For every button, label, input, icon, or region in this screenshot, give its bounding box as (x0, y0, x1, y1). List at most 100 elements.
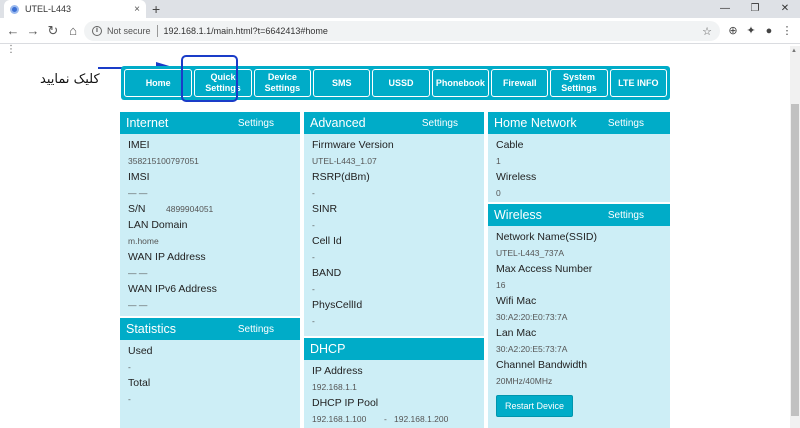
close-icon[interactable]: × (134, 4, 140, 15)
dhcp-pool-start: 192.168.1.100 (312, 414, 367, 424)
advanced-settings-link[interactable]: Settings (422, 118, 478, 129)
cellid-value: - (312, 252, 315, 262)
nav-device-settings[interactable]: Device Settings (253, 69, 312, 97)
advanced-header: Advanced Settings (304, 112, 484, 134)
url-text[interactable]: 192.168.1.1/main.html?t=6642413#home (164, 26, 703, 36)
internet-panel: Internet Settings IMEI 358215100797051 I… (120, 112, 300, 316)
page-scrollbar[interactable]: ▲ (790, 46, 800, 428)
cellid-label: Cell Id (312, 235, 342, 247)
page-viewport: کلیک نمایید Home Quick Settings Device Set… (0, 46, 790, 428)
statistics-header: Statistics Settings (120, 318, 300, 340)
new-tab-button[interactable]: + (152, 0, 160, 18)
physcellid-label: PhysCellId (312, 299, 363, 311)
lan-mac-value: 30:A2:20:E5:73:7A (496, 344, 568, 354)
lan-domain-label: LAN Domain (128, 219, 188, 231)
home-network-panel: Home Network Settings Cable 1 Wireless 0 (488, 112, 670, 202)
bandwidth-value: 20MHz/40MHz (496, 376, 553, 386)
nav-system-settings[interactable]: System Settings (550, 69, 608, 97)
info-icon[interactable]: i (92, 26, 102, 36)
statistics-title: Statistics (126, 322, 177, 336)
minimize-button[interactable]: — (710, 0, 740, 18)
sn-label: S/N (128, 203, 146, 215)
wireless-panel: Wireless Settings Network Name(SSID) UTE… (488, 204, 670, 428)
bandwidth-label: Channel Bandwidth (496, 359, 588, 371)
globe-icon (10, 4, 19, 14)
dhcp-ip-value: 192.168.1.1 (312, 382, 357, 392)
advanced-title: Advanced (310, 116, 366, 130)
imei-value: 358215100797051 (128, 156, 199, 166)
scroll-thumb[interactable] (791, 104, 799, 416)
sinr-value: - (312, 220, 315, 230)
nav-phonebook[interactable]: Phonebook (431, 69, 490, 97)
cable-label: Cable (496, 139, 524, 151)
close-window-button[interactable]: ✕ (770, 0, 800, 18)
wan-ip-label: WAN IP Address (128, 251, 206, 263)
dhcp-panel: DHCP IP Address 192.168.1.1 DHCP IP Pool… (304, 338, 484, 428)
statistics-settings-link[interactable]: Settings (238, 324, 294, 335)
imsi-value: — — (128, 188, 148, 198)
dhcp-ip-label: IP Address (312, 365, 363, 377)
separator (156, 25, 158, 37)
internet-title: Internet (126, 116, 169, 130)
address-bar[interactable]: i Not secure 192.168.1.1/main.html?t=664… (84, 21, 720, 41)
annotation-text: کلیک نمایید (40, 72, 100, 87)
statistics-panel: Statistics Settings Used - Total - (120, 318, 300, 428)
firmware-label: Firmware Version (312, 139, 394, 151)
puzzle-icon[interactable]: ✦ (742, 22, 760, 40)
used-value: - (128, 362, 131, 372)
scroll-up-icon[interactable]: ▲ (791, 48, 797, 54)
dhcp-pool-label: DHCP IP Pool (312, 397, 379, 409)
nav-sms[interactable]: SMS (313, 69, 371, 97)
maximize-button[interactable]: ❐ (740, 0, 770, 18)
rsrp-value: - (312, 188, 315, 198)
menu-icon[interactable]: ⋮ (778, 22, 796, 40)
rsrp-label: RSRP(dBm) (312, 171, 370, 183)
browser-toolbar: ← → ↻ ⌂ i Not secure 192.168.1.1/main.ht… (0, 18, 800, 44)
forward-button[interactable]: → (24, 22, 42, 40)
nav-lte-info[interactable]: LTE INFO (609, 69, 668, 97)
home-network-settings-link[interactable]: Settings (608, 118, 664, 129)
not-secure-label: Not secure (107, 26, 151, 36)
wireless-count-value: 0 (496, 188, 501, 198)
tab-strip: UTEL-L443 × + — ❐ ✕ (0, 0, 800, 18)
wifi-mac-label: Wifi Mac (496, 295, 537, 307)
dhcp-pool-row: 192.168.1.100 - 192.168.1.200 (312, 411, 476, 427)
wireless-header: Wireless Settings (488, 204, 670, 226)
wireless-settings-link[interactable]: Settings (608, 210, 664, 221)
used-label: Used (128, 345, 153, 357)
physcellid-value: - (312, 316, 315, 326)
nav-firewall[interactable]: Firewall (491, 69, 549, 97)
restart-device-button[interactable]: Restart Device (496, 395, 574, 417)
advanced-panel: Advanced Settings Firmware Version UTEL-… (304, 112, 484, 336)
browser-tab[interactable]: UTEL-L443 × (4, 0, 146, 18)
internet-settings-link[interactable]: Settings (238, 118, 294, 129)
home-button[interactable]: ⌂ (64, 22, 82, 40)
imsi-label: IMSI (128, 171, 150, 183)
cable-value: 1 (496, 156, 501, 166)
dhcp-pool-end: 192.168.1.200 (394, 414, 449, 424)
wireless-title: Wireless (494, 208, 542, 222)
extension-icon[interactable]: ⊕ (724, 22, 742, 40)
wifi-mac-value: 30:A2:20:E0:73:7A (496, 312, 568, 322)
back-button[interactable]: ← (4, 22, 22, 40)
band-value: - (312, 284, 315, 294)
home-network-header: Home Network Settings (488, 112, 670, 134)
wireless-count-label: Wireless (496, 171, 537, 183)
lan-mac-label: Lan Mac (496, 327, 537, 339)
total-label: Total (128, 377, 151, 389)
dhcp-pool-dash: - (384, 414, 387, 424)
total-value: - (128, 394, 131, 404)
reload-button[interactable]: ↻ (44, 22, 62, 40)
ssid-label: Network Name(SSID) (496, 231, 597, 243)
nav-ussd[interactable]: USSD (372, 69, 430, 97)
quick-settings-highlight (181, 55, 238, 102)
lan-domain-value: m.home (128, 236, 159, 246)
wan-ip-value: — — (128, 268, 148, 278)
imei-label: IMEI (128, 139, 150, 151)
star-icon[interactable]: ☆ (702, 25, 712, 38)
wan-ipv6-label: WAN IPv6 Address (128, 283, 217, 295)
profile-icon[interactable]: ● (760, 22, 778, 40)
firmware-value: UTEL-L443_1.07 (312, 156, 377, 166)
band-label: BAND (312, 267, 342, 279)
sinr-label: SINR (312, 203, 338, 215)
